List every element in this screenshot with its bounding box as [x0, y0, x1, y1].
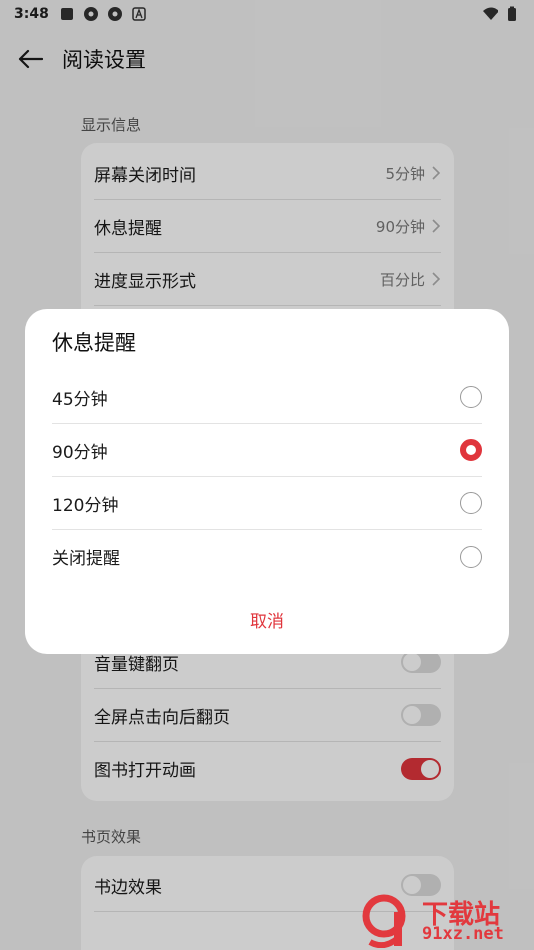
option-label: 45分钟: [52, 389, 108, 410]
watermark-logo: 下载站 91xz.net: [360, 892, 530, 948]
option-45-minutes[interactable]: 45分钟: [52, 371, 482, 424]
dialog-title: 休息提醒: [52, 331, 136, 355]
rest-reminder-dialog: 休息提醒 45分钟 90分钟 120分钟 关闭提醒 取消: [25, 309, 509, 654]
watermark-text-2: 91xz.net: [422, 924, 504, 944]
radio-button[interactable]: [460, 545, 482, 568]
option-label: 90分钟: [52, 442, 108, 463]
option-90-minutes[interactable]: 90分钟: [52, 424, 482, 477]
option-disable-reminder[interactable]: 关闭提醒: [52, 530, 482, 583]
radio-button[interactable]: [460, 492, 482, 514]
option-120-minutes[interactable]: 120分钟: [52, 477, 482, 530]
option-label: 关闭提醒: [52, 549, 120, 569]
watermark-emblem-icon: [362, 894, 406, 948]
option-label: 120分钟: [52, 495, 119, 516]
radio-button-checked[interactable]: [460, 439, 482, 461]
radio-button[interactable]: [460, 386, 482, 408]
cancel-button[interactable]: 取消: [25, 607, 509, 632]
